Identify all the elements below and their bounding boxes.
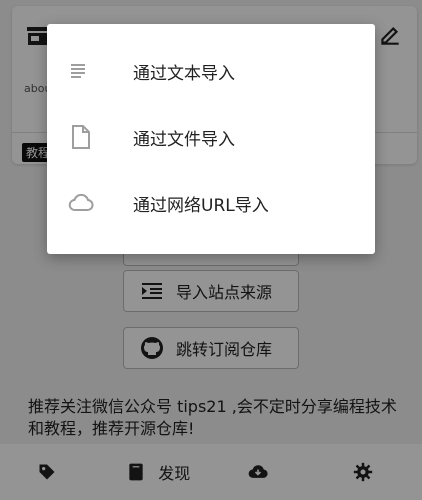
menu-item-import-url-label: 通过网络URL导入: [133, 195, 269, 216]
menu-item-import-text[interactable]: 通过文本导入: [47, 38, 375, 104]
menu-item-import-file-label: 通过文件导入: [133, 129, 235, 150]
import-menu: 通过文本导入 通过文件导入 通过网络URL导入: [47, 24, 375, 254]
menu-item-import-url[interactable]: 通过网络URL导入: [47, 170, 375, 236]
file-icon: [47, 123, 133, 151]
cloud-icon: [47, 189, 133, 217]
text-lines-icon: [47, 57, 133, 85]
menu-item-import-file[interactable]: 通过文件导入: [47, 104, 375, 170]
menu-item-import-text-label: 通过文本导入: [133, 63, 235, 84]
